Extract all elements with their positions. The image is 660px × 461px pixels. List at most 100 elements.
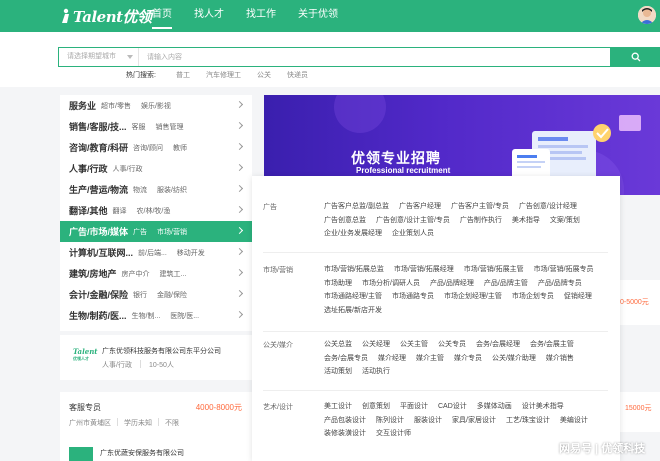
hot-search-item[interactable]: 汽车修理工 xyxy=(206,70,241,80)
dropdown-link[interactable]: 多媒体动画 xyxy=(477,400,512,414)
dropdown-link[interactable]: 会务/会展经理 xyxy=(476,338,520,352)
category-item[interactable]: 服务业 超市/零售 娱乐/影视 xyxy=(60,95,252,116)
category-item[interactable]: 建筑/房地产 房产中介 建筑工... xyxy=(60,263,252,284)
dropdown-link[interactable]: 市场/营销/拓展经理 xyxy=(394,263,454,277)
dropdown-link[interactable]: 媒介专员 xyxy=(454,352,482,366)
dropdown-link[interactable]: 企业策划人员 xyxy=(392,227,434,241)
category-sub[interactable]: 生物/制... xyxy=(132,311,161,321)
search-input[interactable] xyxy=(139,48,610,66)
hot-search-item[interactable]: 快递员 xyxy=(287,70,308,80)
category-sub[interactable]: 咨询/顾问 xyxy=(133,143,163,153)
dropdown-link[interactable]: 媒介经理 xyxy=(378,352,406,366)
user-avatar[interactable] xyxy=(638,6,656,24)
category-item[interactable]: 生物/制药/医... 生物/制... 医院/医... xyxy=(60,305,252,326)
dropdown-link[interactable]: 公关主管 xyxy=(400,338,428,352)
dropdown-link[interactable]: 家具/家居设计 xyxy=(452,414,496,428)
dropdown-link[interactable]: 公关/媒介助理 xyxy=(492,352,536,366)
dropdown-link[interactable]: 美编设计 xyxy=(560,414,588,428)
category-sub[interactable]: 农/林/牧/渔 xyxy=(137,206,171,216)
category-sub[interactable]: 房产中介 xyxy=(122,269,150,279)
nav-about[interactable]: 关于优领 xyxy=(298,0,338,32)
category-sub[interactable]: 物流 xyxy=(133,185,147,195)
category-sub[interactable]: 医院/医... xyxy=(170,311,199,321)
dropdown-link[interactable]: 设计美术指导 xyxy=(522,400,564,414)
dropdown-link[interactable]: 企业/业务发展经理 xyxy=(324,227,382,241)
category-sub[interactable]: 翻译 xyxy=(113,206,127,216)
dropdown-link[interactable]: 市场/营销/拓展主管 xyxy=(464,263,524,277)
dropdown-link[interactable]: 创意策划 xyxy=(362,400,390,414)
dropdown-link[interactable]: 陈列设计 xyxy=(376,414,404,428)
dropdown-link[interactable]: 市场企划专员 xyxy=(512,290,554,304)
dropdown-link[interactable]: 媒介主管 xyxy=(416,352,444,366)
hot-search-item[interactable]: 公关 xyxy=(257,70,271,80)
nav-home[interactable]: 首页 xyxy=(152,0,172,32)
dropdown-link[interactable]: 美术指导 xyxy=(512,214,540,228)
category-item[interactable]: 会计/金融/保险 银行 金融/保险 xyxy=(60,284,252,305)
dropdown-link[interactable]: 广告创意总监 xyxy=(324,214,366,228)
dropdown-link[interactable]: 市场助理 xyxy=(324,277,352,291)
category-item-active[interactable]: 广告/市场/媒体 广告 市场/营销 xyxy=(60,221,252,242)
dropdown-link[interactable]: 活动策划 xyxy=(324,365,352,379)
category-sub[interactable]: 金融/保险 xyxy=(157,290,187,300)
dropdown-link[interactable]: 产品包装设计 xyxy=(324,414,366,428)
dropdown-link[interactable]: 服装设计 xyxy=(414,414,442,428)
category-sub[interactable]: 客服 xyxy=(132,122,146,132)
category-sub[interactable]: 教师 xyxy=(173,143,187,153)
dropdown-link[interactable]: 选址拓展/新店开发 xyxy=(324,304,382,318)
site-logo[interactable]: Talent优领 xyxy=(60,6,152,26)
dropdown-link[interactable]: 市场通路专员 xyxy=(392,290,434,304)
category-sub[interactable]: 销售管理 xyxy=(156,122,184,132)
search-button[interactable] xyxy=(611,47,660,67)
dropdown-link[interactable]: 会务/会展主管 xyxy=(530,338,574,352)
dropdown-link[interactable]: 广告制作执行 xyxy=(460,214,502,228)
company-card[interactable]: Talent 优领人才 广东优领科技服务有限公司东平分公司 人事/行政 10-5… xyxy=(60,335,252,380)
dropdown-link[interactable]: 产品/品牌专员 xyxy=(538,277,582,291)
dropdown-link[interactable]: 装修装潢设计 xyxy=(324,427,366,441)
category-item[interactable]: 计算机/互联网... 前/后端... 移动开发 xyxy=(60,242,252,263)
dropdown-link[interactable]: 市场/营销/拓展专员 xyxy=(534,263,594,277)
category-item[interactable]: 人事/行政 人事/行政 xyxy=(60,158,252,179)
category-sub[interactable]: 移动开发 xyxy=(177,248,205,258)
category-item[interactable]: 翻译/其他 翻译 农/林/牧/渔 xyxy=(60,200,252,221)
dropdown-link[interactable]: 广告创意/设计主管/专员 xyxy=(376,214,450,228)
dropdown-link[interactable]: 产品/品牌经理 xyxy=(430,277,474,291)
category-sub[interactable]: 建筑工... xyxy=(160,269,187,279)
category-sub[interactable]: 娱乐/影视 xyxy=(141,101,171,111)
nav-find-talent[interactable]: 找人才 xyxy=(194,0,224,32)
dropdown-link[interactable]: 市场企划经理/主管 xyxy=(444,290,502,304)
dropdown-link[interactable]: CAD设计 xyxy=(438,400,467,414)
city-select[interactable]: 请选择期望城市 xyxy=(59,48,139,66)
dropdown-link[interactable]: 广告创意/设计经理 xyxy=(519,200,577,214)
category-item[interactable]: 生产/营运/物流 物流 服装/纺织 xyxy=(60,179,252,200)
dropdown-link[interactable]: 市场分析/调研人员 xyxy=(362,277,420,291)
dropdown-link[interactable]: 公关经理 xyxy=(362,338,390,352)
dropdown-link[interactable]: 文案/策划 xyxy=(550,214,580,228)
dropdown-link[interactable]: 广告客户经理 xyxy=(399,200,441,214)
category-sub[interactable]: 超市/零售 xyxy=(101,101,131,111)
category-item[interactable]: 咨询/教育/科研 咨询/顾问 教师 xyxy=(60,137,252,158)
hot-search-item[interactable]: 普工 xyxy=(176,70,190,80)
dropdown-link[interactable]: 会务/会展专员 xyxy=(324,352,368,366)
dropdown-link[interactable]: 美工设计 xyxy=(324,400,352,414)
category-sub[interactable]: 广告 xyxy=(133,227,147,237)
category-sub[interactable]: 前/后端... xyxy=(138,248,167,258)
dropdown-link[interactable]: 活动执行 xyxy=(362,365,390,379)
dropdown-link[interactable]: 公关总监 xyxy=(324,338,352,352)
category-sub[interactable]: 服装/纺织 xyxy=(157,185,187,195)
dropdown-link[interactable]: 市场通路经理/主管 xyxy=(324,290,382,304)
dropdown-link[interactable]: 产品/品牌主管 xyxy=(484,277,528,291)
dropdown-link[interactable]: 公关专员 xyxy=(438,338,466,352)
category-sub[interactable]: 银行 xyxy=(133,290,147,300)
dropdown-link[interactable]: 市场/营销/拓展总监 xyxy=(324,263,384,277)
category-item[interactable]: 销售/客服/技... 客服 销售管理 xyxy=(60,116,252,137)
dropdown-link[interactable]: 广告客户主管/专员 xyxy=(451,200,509,214)
nav-find-job[interactable]: 找工作 xyxy=(246,0,276,32)
dropdown-link[interactable]: 促销经理 xyxy=(564,290,592,304)
dropdown-link[interactable]: 工艺/珠宝设计 xyxy=(506,414,550,428)
category-sub[interactable]: 人事/行政 xyxy=(113,164,143,174)
job-card[interactable]: 客服专员 4000-8000元 广州市黄埔区 学历未知 不限 广东优蔬安保服务有… xyxy=(60,392,252,461)
dropdown-link[interactable]: 媒介销售 xyxy=(546,352,574,366)
dropdown-link[interactable]: 平面设计 xyxy=(400,400,428,414)
dropdown-link[interactable]: 广告客户总监/副总监 xyxy=(324,200,389,214)
dropdown-link[interactable]: 交互设计师 xyxy=(376,427,411,441)
